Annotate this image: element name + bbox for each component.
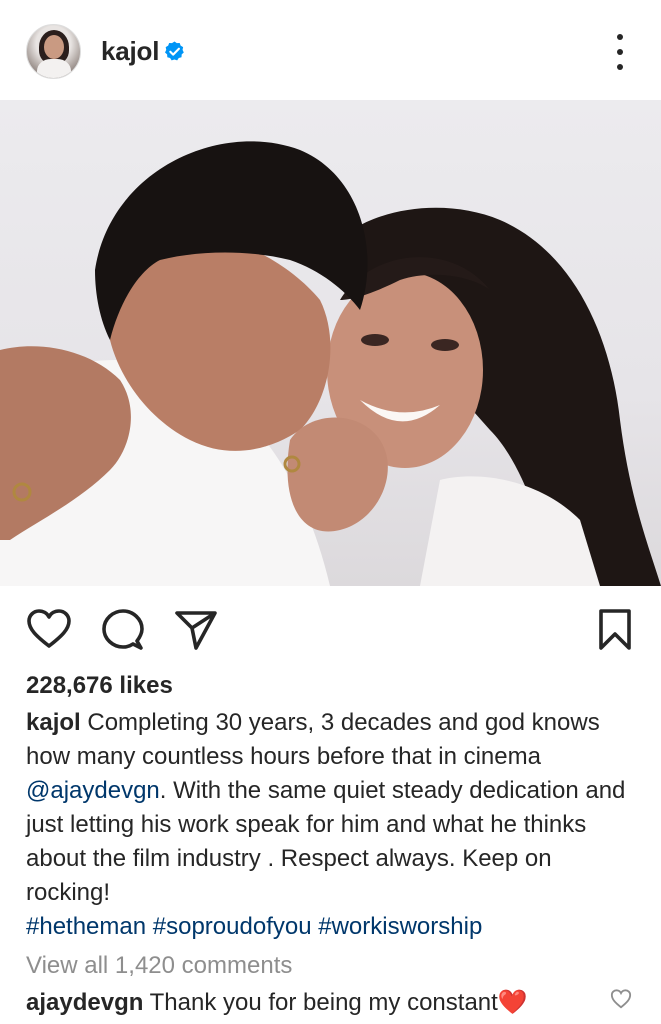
action-bar [0,600,661,660]
comment-like-icon[interactable] [610,988,632,1010]
comment-username[interactable]: ajaydevgn [26,989,143,1016]
avatar-face [44,35,64,59]
hashtag[interactable]: #soproudofyou [153,913,312,940]
more-options-icon[interactable] [608,34,632,70]
avatar[interactable] [26,24,81,79]
caption-mention[interactable]: @ajaydevgn [26,777,160,804]
post-caption: kajol Completing 30 years, 3 decades and… [26,706,641,944]
comment-icon[interactable] [101,608,145,652]
comment-row: ajaydevgn Thank you for being my constan… [26,986,606,1020]
dot [617,49,623,55]
likes-count[interactable]: 228,676 likes [26,672,173,700]
view-all-comments-link[interactable]: View all 1,420 comments [26,952,292,980]
comment-text: Thank you for being my constant [149,989,498,1016]
post-header: kajol [0,0,661,100]
dot [617,34,623,40]
verified-badge-icon [165,41,184,61]
hashtag[interactable]: #workisworship [318,913,482,940]
post-photo[interactable] [0,100,661,586]
caption-username[interactable]: kajol [26,709,81,736]
post-username[interactable]: kajol [101,36,159,67]
avatar-body [37,59,71,78]
dot [617,64,623,70]
photo-illustration [0,141,661,586]
caption-text-1: Completing 30 years, 3 decades and god k… [26,709,600,770]
heart-emoji: ❤️ [497,989,528,1016]
bookmark-icon[interactable] [597,608,633,652]
like-icon[interactable] [26,608,72,650]
share-icon[interactable] [174,608,218,652]
hashtag[interactable]: #hetheman [26,913,146,940]
